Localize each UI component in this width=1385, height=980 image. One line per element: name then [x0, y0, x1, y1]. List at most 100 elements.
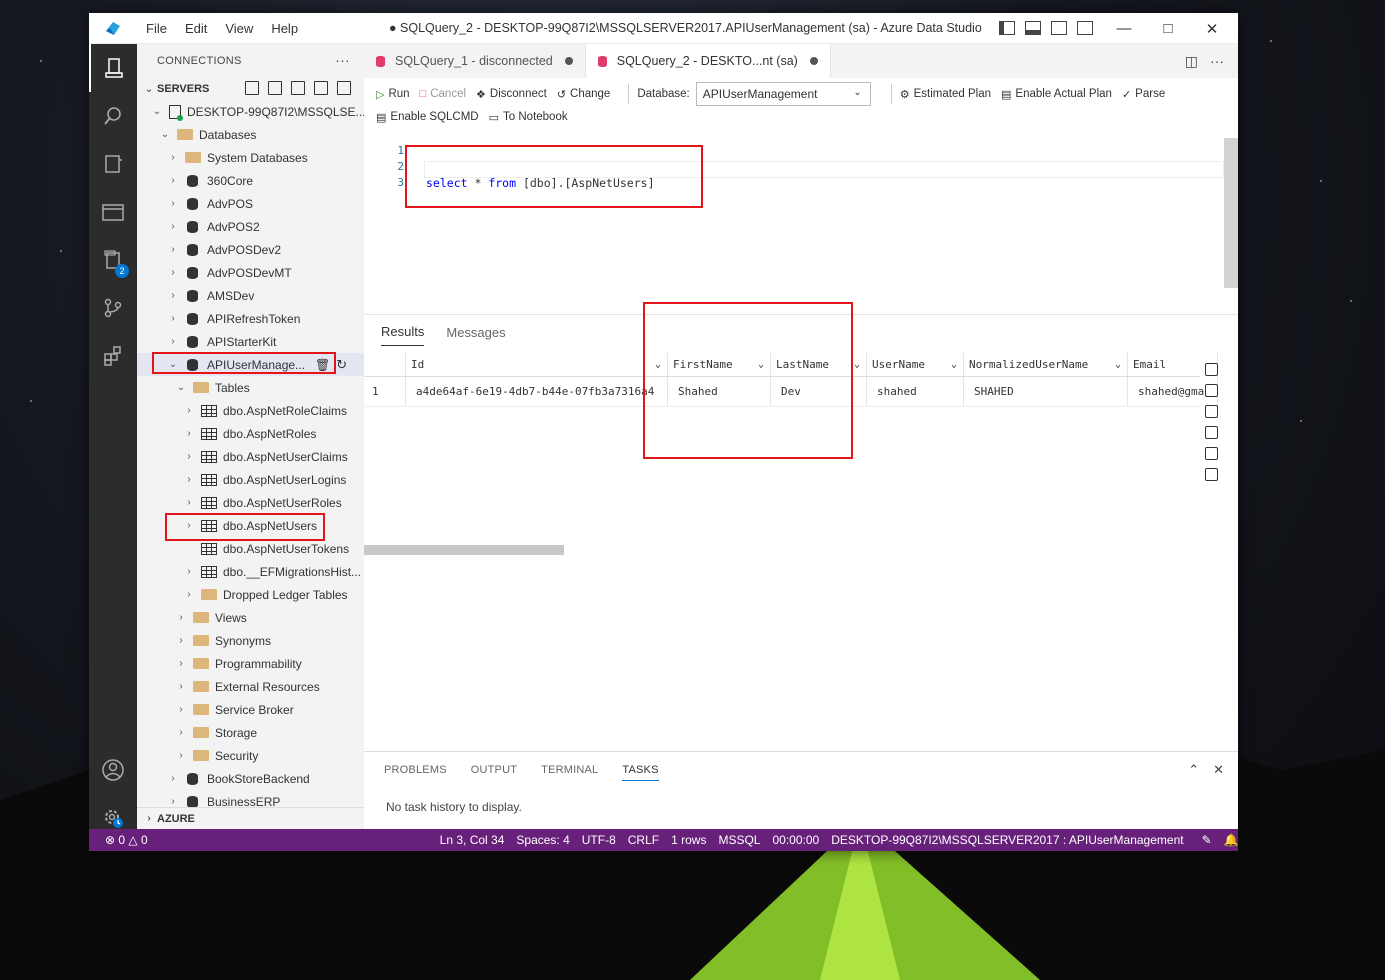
menu-file[interactable]: File	[137, 21, 176, 36]
tree-folder[interactable]: › Views	[137, 606, 364, 629]
table-row[interactable]: 1 a4de64af-6e19-4db7-b44e-07fb3a7316a4 Sha…	[364, 377, 1218, 407]
split-editor-icon[interactable]: ◫	[1185, 53, 1198, 70]
unsaved-dot-icon[interactable]	[564, 57, 573, 65]
tab-problems[interactable]: PROBLEMS	[384, 760, 447, 780]
column-menu-chevron-icon[interactable]: ⌄	[758, 359, 764, 370]
indentation[interactable]: Spaces: 4	[516, 833, 569, 847]
copy-icon[interactable]	[1205, 447, 1218, 460]
connection-status[interactable]: DESKTOP-99Q87I2\MSSQLSERVER2017 : APIUse…	[831, 833, 1183, 847]
table-cell[interactable]: a4de64af-6e19-4db7-b44e-07fb3a7316a4	[406, 377, 668, 406]
column-menu-chevron-icon[interactable]: ⌄	[1115, 359, 1121, 370]
cancel-button[interactable]: □ Cancel	[420, 88, 466, 100]
menu-help[interactable]: Help	[262, 21, 307, 36]
chevron-up-icon[interactable]: ⌃	[1188, 762, 1199, 778]
toggle-secondary-sidebar-icon[interactable]	[1051, 21, 1067, 35]
code-editor[interactable]: 1 2 3 select * from [dbo].[AspNetUsers]	[364, 138, 1238, 314]
notebooks-icon[interactable]	[89, 140, 137, 188]
tree-folder[interactable]: › Programmability	[137, 652, 364, 675]
language-mode[interactable]: MSSQL	[718, 833, 760, 847]
column-header[interactable]: Id ⌄	[406, 353, 668, 376]
chart-icon[interactable]	[1205, 468, 1218, 481]
tree-table[interactable]: › dbo.AspNetUserLogins	[137, 468, 364, 491]
extensions-icon[interactable]	[89, 332, 137, 380]
cursor-position[interactable]: Ln 3, Col 34	[440, 833, 505, 847]
code-line-3[interactable]: select * from [dbo].[AspNetUsers]	[426, 176, 655, 190]
tree-database[interactable]: › APIStarterKit	[137, 330, 364, 353]
tree-database[interactable]: › AdvPOS	[137, 192, 364, 215]
tree-table[interactable]: › dbo.AspNetUserClaims	[137, 445, 364, 468]
feedback-icon[interactable]: ✎	[1202, 833, 1212, 847]
tab-sqlquery-2[interactable]: SQLQuery_2 - DESKTO...nt (sa)	[585, 44, 831, 78]
encoding[interactable]: UTF-8	[582, 833, 616, 847]
toggle-panel-icon[interactable]	[1025, 21, 1041, 35]
unsaved-dot-icon[interactable]	[809, 57, 818, 65]
problems-status[interactable]: ⊗ 0 △ 0	[105, 833, 148, 847]
grid-horizontal-scrollbar[interactable]	[364, 545, 564, 555]
save-as-xml-icon[interactable]	[1205, 426, 1218, 439]
column-menu-chevron-icon[interactable]: ⌄	[951, 359, 957, 370]
tab-messages[interactable]: Messages	[446, 319, 505, 346]
editor-scrollbar[interactable]	[1224, 138, 1238, 288]
tree-database[interactable]: › System Databases	[137, 146, 364, 169]
tree-tables-folder[interactable]: ⌄ Tables	[137, 376, 364, 399]
column-header[interactable]: UserName ⌄	[867, 353, 964, 376]
tree-table[interactable]: › dbo.AspNetUsers	[137, 514, 364, 537]
menu-view[interactable]: View	[216, 21, 262, 36]
minimize-button[interactable]: —	[1101, 13, 1147, 44]
tree-database[interactable]: › APIRefreshToken	[137, 307, 364, 330]
tree-folder[interactable]: › Security	[137, 744, 364, 767]
table-cell[interactable]: shahed	[867, 377, 964, 406]
more-actions-icon[interactable]: ···	[335, 52, 350, 68]
source-control-icon[interactable]	[89, 284, 137, 332]
table-cell[interactable]: SHAHED	[964, 377, 1128, 406]
show-active-connections-icon[interactable]	[291, 81, 305, 95]
tree-database[interactable]: › AdvPOSDev2	[137, 238, 364, 261]
explorer-icon[interactable]: 2	[89, 236, 137, 284]
connections-icon[interactable]	[89, 44, 137, 92]
tree-folder[interactable]: › External Resources	[137, 675, 364, 698]
save-as-csv-icon[interactable]	[1205, 363, 1218, 376]
tree-folder[interactable]: › Storage	[137, 721, 364, 744]
column-menu-chevron-icon[interactable]: ⌄	[655, 359, 661, 370]
customize-layout-icon[interactable]	[1077, 21, 1093, 35]
save-as-excel-icon[interactable]	[1205, 384, 1218, 397]
more-actions-icon[interactable]: ···	[1210, 53, 1224, 70]
database-select[interactable]: APIUserManagement ⌄	[695, 82, 871, 106]
tree-folder[interactable]: › Service Broker	[137, 698, 364, 721]
tree-folder[interactable]: › Synonyms	[137, 629, 364, 652]
menu-edit[interactable]: Edit	[176, 21, 216, 36]
column-header[interactable]: FirstName ⌄	[668, 353, 771, 376]
tree-table[interactable]: › dbo.__EFMigrationsHist...	[137, 560, 364, 583]
new-server-group-icon[interactable]	[268, 81, 282, 95]
estimated-plan-button[interactable]: ⚙ Estimated Plan	[900, 88, 991, 101]
queries-icon[interactable]	[89, 188, 137, 236]
tree-database[interactable]: › AdvPOSDevMT	[137, 261, 364, 284]
notifications-icon[interactable]: 🔔	[1224, 833, 1239, 847]
close-icon[interactable]: ✕	[1213, 762, 1224, 778]
maximize-button[interactable]: □	[1145, 13, 1191, 44]
collapse-all-icon[interactable]	[337, 81, 351, 95]
refresh-icon[interactable]: ↻	[336, 357, 347, 373]
tree-server[interactable]: ⌄ DESKTOP-99Q87I2\MSSQLSE...	[137, 100, 364, 123]
azure-section-header[interactable]: › AZURE	[137, 807, 364, 829]
tree-table[interactable]: › dbo.AspNetRoles	[137, 422, 364, 445]
tree-database-selected[interactable]: ⌄ APIUserManage... 🗑 ↻	[137, 353, 364, 376]
tree-table[interactable]: › dbo.AspNetUserRoles	[137, 491, 364, 514]
enable-actual-plan-button[interactable]: ▤ Enable Actual Plan	[1001, 88, 1112, 101]
new-connection-icon[interactable]	[245, 81, 259, 95]
tree-database[interactable]: › AMSDev	[137, 284, 364, 307]
enable-sqlcmd-button[interactable]: ▤ Enable SQLCMD	[376, 111, 479, 124]
save-as-json-icon[interactable]	[1205, 405, 1218, 418]
column-header[interactable]: NormalizedUserName ⌄	[964, 353, 1128, 376]
account-icon[interactable]	[89, 746, 137, 794]
column-menu-chevron-icon[interactable]: ⌄	[854, 359, 860, 370]
tree-table[interactable]: › Dropped Ledger Tables	[137, 583, 364, 606]
disconnect-button[interactable]: ❖ Disconnect	[476, 88, 547, 101]
tree-databases-folder[interactable]: ⌄ Databases	[137, 123, 364, 146]
tab-sqlquery-1[interactable]: SQLQuery_1 - disconnected	[364, 44, 586, 78]
tree-table[interactable]: › dbo.AspNetRoleClaims	[137, 399, 364, 422]
toggle-sidebar-icon[interactable]	[999, 21, 1015, 35]
to-notebook-button[interactable]: ▭ To Notebook	[489, 111, 568, 124]
tab-results[interactable]: Results	[381, 318, 425, 346]
run-button[interactable]: ▷ Run	[376, 88, 410, 101]
